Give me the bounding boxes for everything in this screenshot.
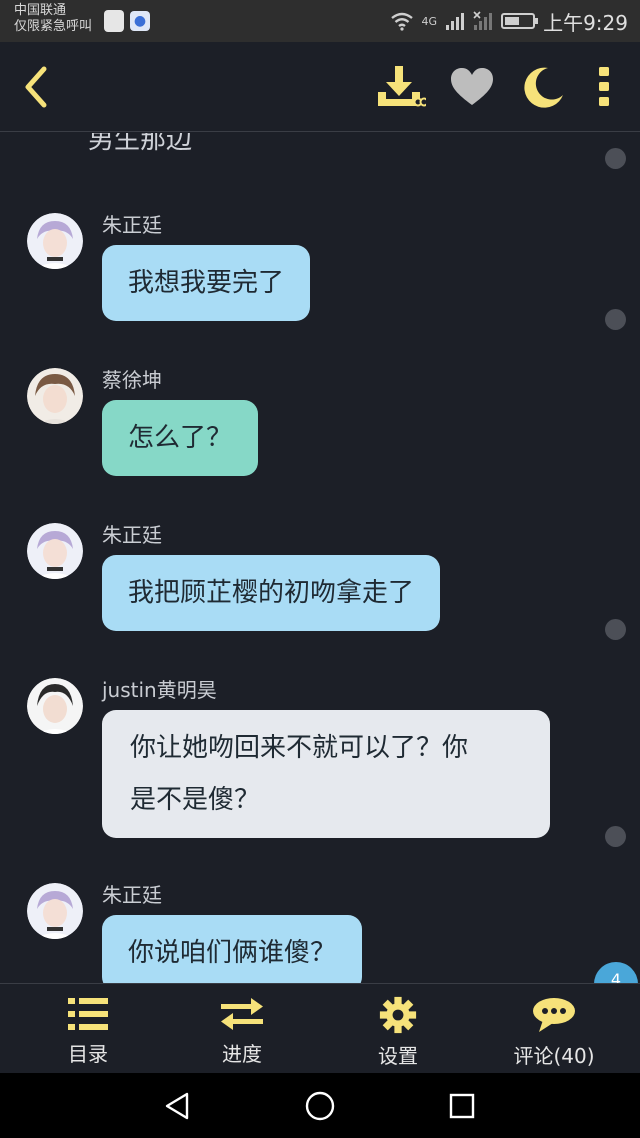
system-recents-button[interactable] [445, 1089, 479, 1123]
clock: 上午9:29 [543, 10, 628, 35]
system-nav-bar [0, 1073, 640, 1138]
back-button[interactable] [10, 42, 60, 132]
carrier-name: 中国联通 [14, 3, 67, 18]
nav-label: 设置 [378, 1044, 418, 1068]
sender-name: 朱正廷 [102, 213, 162, 237]
message-text: 我把顾芷樱的初吻拿走了 [128, 578, 415, 608]
system-home-button[interactable] [303, 1089, 337, 1123]
more-button[interactable] [588, 42, 620, 132]
comment-icon [533, 998, 575, 1032]
notification-app-icon [104, 10, 124, 32]
partial-message-text: 男生那边 [88, 133, 193, 155]
comment-dot[interactable] [605, 826, 626, 847]
download-button[interactable] [372, 42, 428, 132]
comment-dot[interactable] [605, 309, 626, 330]
nav-catalog[interactable]: 目录 [48, 984, 128, 1074]
sender-name: 朱正廷 [102, 523, 162, 547]
night-mode-button[interactable] [516, 42, 572, 132]
recents-square-icon [449, 1093, 475, 1119]
message-text: 怎么了？ [128, 423, 233, 453]
nav-label: 评论(40) [513, 1044, 595, 1068]
message-text: 我想我要完了 [128, 268, 285, 298]
message-text: 你说咱们俩谁傻？ [128, 938, 337, 968]
avatar[interactable] [27, 883, 83, 939]
avatar[interactable] [27, 678, 83, 734]
baidu-paw-icon: ● [130, 11, 150, 31]
system-back-button[interactable] [160, 1089, 194, 1123]
back-chevron-icon [25, 66, 47, 108]
moon-icon [524, 67, 563, 108]
avatar[interactable] [27, 368, 83, 424]
avatar[interactable] [27, 213, 83, 269]
back-triangle-icon [165, 1092, 189, 1120]
gear-icon [379, 996, 417, 1034]
signal-icon [446, 13, 465, 30]
message-bubble[interactable]: 你让她吻回来不就可以了？你 是不是傻？ [102, 710, 550, 838]
message-bubble[interactable]: 你说咱们俩谁傻？ [102, 915, 363, 983]
reader-toolbar [0, 42, 640, 132]
wifi-icon [390, 12, 413, 31]
list-icon [68, 998, 108, 1030]
message-text-line: 你让她吻回来不就可以了？你 [130, 733, 469, 763]
sender-name: 朱正廷 [102, 883, 162, 907]
status-right: 4G 上午9:29 [390, 7, 628, 35]
home-circle-icon [305, 1091, 335, 1121]
favorite-button[interactable] [444, 42, 500, 132]
status-bar: 中国联通 仅限紧急呼叫 ● 4G 上午9:29 [0, 0, 640, 42]
message-bubble[interactable]: 怎么了？ [102, 400, 259, 476]
message-text-line: 是不是傻？ [130, 785, 261, 815]
bottom-nav: 目录 进度 设置 评论(40) [0, 983, 640, 1073]
chat-scroll-area[interactable]: 男生那边 朱正廷 我想我要完了 蔡徐坤 怎么了？ 朱正廷 我把顾芷樱的初吻拿走了… [0, 133, 640, 983]
nav-settings[interactable]: 设置 [358, 984, 438, 1074]
comment-dot[interactable] [605, 148, 626, 169]
nav-comments[interactable]: 评论(40) [504, 984, 604, 1074]
download-icon [378, 66, 426, 107]
swap-arrows-icon [221, 998, 263, 1030]
emergency-only-text: 仅限紧急呼叫 [14, 19, 93, 34]
battery-icon [501, 13, 539, 29]
message-bubble[interactable]: 我把顾芷樱的初吻拿走了 [102, 555, 441, 631]
avatar[interactable] [27, 523, 83, 579]
message-bubble[interactable]: 我想我要完了 [102, 245, 311, 321]
sender-name: 蔡徐坤 [102, 368, 162, 392]
comment-dot[interactable] [605, 619, 626, 640]
reader-app: 中国联通 仅限紧急呼叫 ● 4G 上午9:29 男生那边 朱正廷 我想我要完了 … [0, 0, 640, 1138]
signal-no-sim-icon [473, 11, 493, 30]
nav-progress[interactable]: 进度 [202, 984, 282, 1074]
battery-fill [505, 17, 520, 25]
more-vertical-icon [599, 67, 609, 106]
carrier-info: 中国联通 仅限紧急呼叫 [14, 3, 92, 35]
heart-icon [451, 68, 493, 105]
network-type: 4G [421, 14, 438, 28]
sender-name: justin黄明昊 [102, 678, 217, 702]
nav-label: 目录 [68, 1042, 108, 1066]
nav-label: 进度 [222, 1042, 262, 1066]
